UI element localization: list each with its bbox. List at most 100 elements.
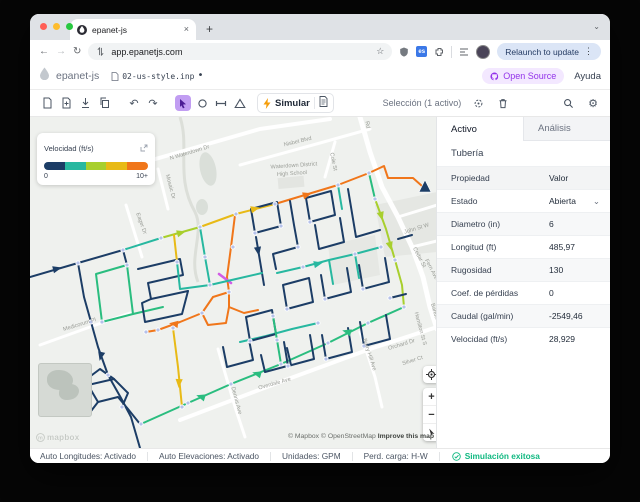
tab-analisis[interactable]: Análisis [523, 117, 610, 141]
help-button[interactable]: Ayuda [574, 71, 601, 82]
pipe-segment[interactable] [394, 259, 405, 308]
junction-node[interactable] [105, 372, 111, 378]
property-value[interactable]: Abierta ⌄ [549, 196, 610, 207]
chevron-down-icon[interactable]: ⌄ [593, 196, 600, 207]
pipe-segment[interactable] [173, 234, 178, 263]
junction-node[interactable] [252, 230, 258, 236]
junction-node[interactable] [323, 356, 329, 362]
minimize-window-button[interactable] [53, 23, 60, 30]
junction-node[interactable] [270, 313, 276, 319]
junction-node[interactable] [185, 400, 191, 406]
new-file-button[interactable] [39, 95, 55, 111]
open-source-button[interactable]: Open Source [482, 68, 565, 84]
import-button[interactable] [77, 95, 93, 111]
pipe-segment[interactable] [282, 277, 314, 310]
junction-node[interactable] [202, 254, 208, 260]
back-icon[interactable]: ← [39, 46, 49, 57]
undo-button[interactable]: ↶ [126, 95, 142, 111]
mapbox-logo[interactable]: m mapbox [36, 433, 79, 442]
simulation-status[interactable]: Simulación exitosa [440, 451, 540, 461]
junction-node[interactable] [230, 244, 236, 250]
pipe-segment[interactable] [122, 237, 162, 251]
junction-node[interactable] [378, 244, 384, 250]
junction-node[interactable] [322, 296, 328, 302]
junction-node[interactable] [158, 235, 164, 241]
select-tool-button[interactable] [175, 95, 191, 111]
improve-map-link[interactable]: Improve this map [378, 433, 434, 440]
browser-tab[interactable]: epanet-js × [70, 19, 196, 40]
junction-node[interactable] [278, 361, 284, 367]
new-tab-button[interactable]: + [206, 22, 213, 36]
reload-icon[interactable]: ↻ [73, 46, 81, 57]
pipe-segment[interactable] [272, 200, 299, 270]
junction-node[interactable] [284, 306, 290, 312]
status-item[interactable]: Auto Longitudes: Activado [38, 451, 147, 461]
junction-node[interactable] [119, 404, 125, 410]
junction-node[interactable] [155, 327, 161, 333]
simulate-button[interactable]: Simular [275, 98, 310, 109]
junction-node[interactable] [387, 295, 393, 301]
junction-node[interactable] [272, 201, 278, 207]
pipe-segment[interactable] [209, 272, 263, 286]
junction-node[interactable] [199, 310, 205, 316]
maximize-window-button[interactable] [66, 23, 73, 30]
junction-tool-button[interactable] [194, 95, 210, 111]
pipe-segment[interactable] [305, 190, 336, 223]
junction-node[interactable] [247, 338, 253, 344]
pipe-segment[interactable] [132, 306, 164, 315]
property-row[interactable]: Estado Abierta ⌄ [437, 189, 610, 212]
status-item[interactable]: Perd. carga: H-W [353, 451, 439, 461]
junction-node[interactable] [179, 404, 185, 410]
tank-tool-button[interactable] [232, 95, 248, 111]
junction-node[interactable] [365, 320, 371, 326]
zoom-out-button[interactable]: − [423, 406, 437, 424]
junction-node[interactable] [325, 340, 331, 346]
junction-node[interactable] [315, 320, 321, 326]
pipe-segment[interactable] [228, 306, 259, 314]
junction-node[interactable] [285, 363, 291, 369]
pipe-segment[interactable] [201, 291, 230, 326]
status-item[interactable]: Unidades: GPM [271, 451, 352, 461]
pipe-tool-button[interactable] [213, 95, 229, 111]
junction-node[interactable] [75, 260, 81, 266]
tab-activo[interactable]: Activo [437, 117, 523, 141]
pipe-segment[interactable] [137, 258, 189, 300]
pipe-segment[interactable] [97, 396, 141, 425]
duplicate-button[interactable] [96, 95, 112, 111]
status-item[interactable]: Auto Elevaciones: Activado [148, 451, 270, 461]
translate-extension-icon[interactable]: es [416, 46, 428, 57]
pipe-segment[interactable] [337, 184, 343, 210]
file-menu[interactable]: 02-us-style.inp • [111, 71, 203, 81]
extensions-icon[interactable] [434, 47, 444, 57]
junction-node[interactable] [295, 244, 301, 250]
relaunch-button[interactable]: Relaunch to update ⋮ [497, 43, 601, 60]
junction-node[interactable] [226, 289, 232, 295]
shield-extension-icon[interactable] [399, 47, 409, 57]
tab-close-icon[interactable]: × [184, 25, 189, 34]
zoom-in-button[interactable]: + [423, 388, 437, 406]
junction-node[interactable] [307, 219, 313, 225]
map-canvas[interactable]: N Waterdown Dr Nisbet Blvd Waterdown Distr… [30, 117, 437, 448]
junction-node[interactable] [233, 211, 239, 217]
junction-node[interactable] [174, 259, 180, 265]
delete-button[interactable] [495, 95, 511, 111]
junction-node[interactable] [207, 282, 213, 288]
redo-button[interactable]: ↷ [145, 95, 161, 111]
report-button[interactable] [319, 94, 328, 112]
geolocate-control[interactable] [423, 366, 437, 383]
junction-node[interactable] [274, 337, 280, 343]
junction-node[interactable] [124, 262, 130, 268]
tab-search-chevron-icon[interactable]: ⌄ [593, 22, 600, 31]
junction-node[interactable] [366, 170, 372, 176]
pipe-segment[interactable] [255, 236, 265, 286]
map-inset-thumbnail[interactable] [38, 363, 92, 417]
settings-gear-icon[interactable]: ⚙ [585, 95, 601, 111]
url-input[interactable]: app.epanetjs.com ☆ [88, 43, 393, 60]
open-file-button[interactable] [58, 95, 74, 111]
junction-node[interactable] [372, 196, 378, 202]
junction-node[interactable] [228, 381, 234, 387]
junction-node[interactable] [170, 325, 176, 331]
legend-expand-icon[interactable] [140, 139, 148, 157]
junction-node[interactable] [401, 304, 407, 310]
junction-node[interactable] [352, 251, 358, 257]
